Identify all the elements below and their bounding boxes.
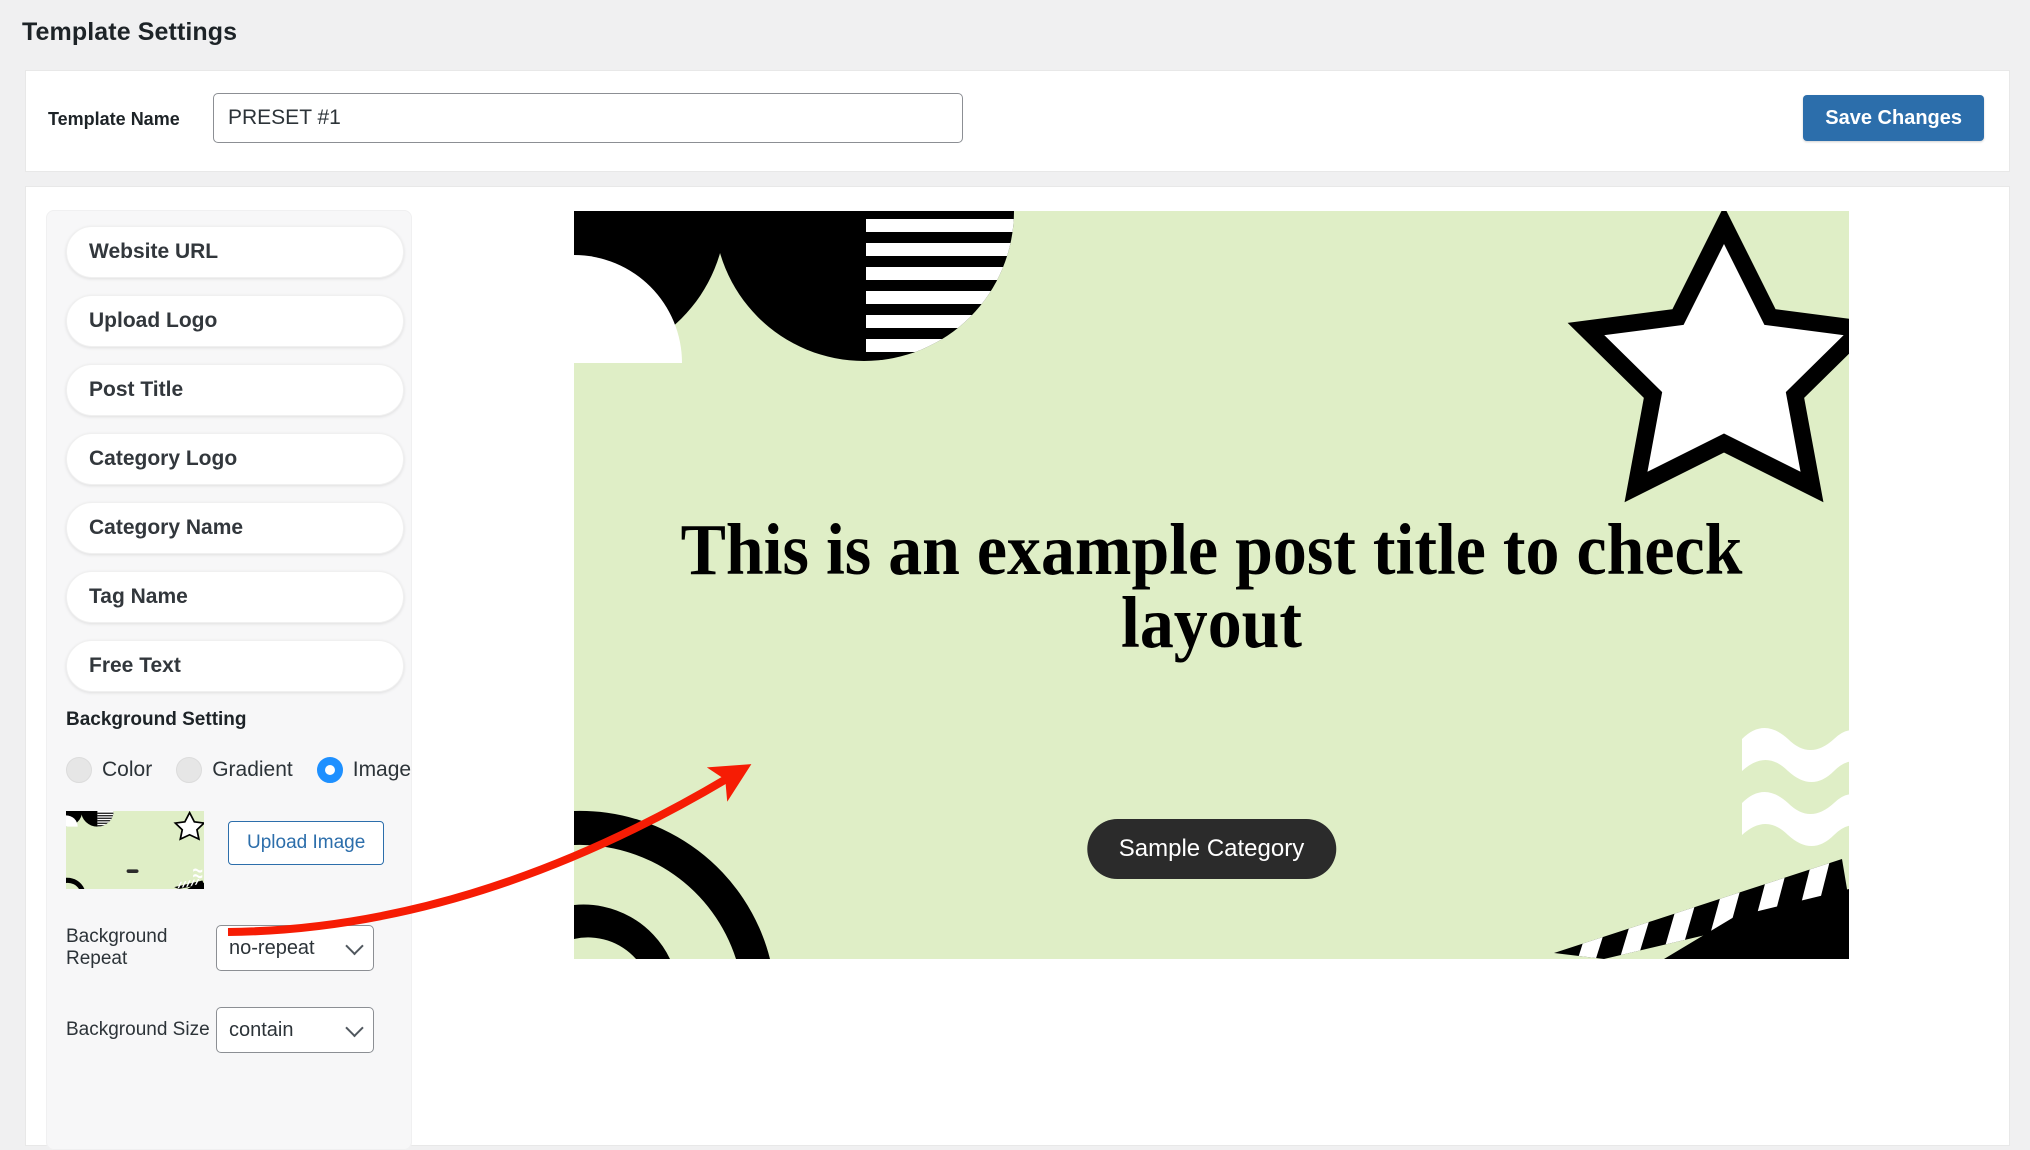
field-label: Website URL [89,240,219,263]
field-button-category-name[interactable]: Category Name [66,502,404,554]
settings-panel: Website URL Upload Logo Post Title Categ… [46,210,412,1150]
radio-option-color[interactable]: Color [66,757,152,783]
radio-icon-gradient[interactable] [176,757,203,783]
background-size-row: Background Size contain [66,1007,392,1053]
background-repeat-row: Background Repeat no-repeat [66,925,392,971]
wave-line-bottom [1742,792,1849,846]
radio-label-gradient: Gradient [212,758,293,781]
preview-post-title: This is an example post title to check l… [680,509,1743,663]
radio-option-image[interactable]: Image [316,757,412,783]
arc-shape-inner [574,904,670,959]
background-size-select[interactable]: contain [216,1007,374,1053]
template-name-input[interactable] [213,93,963,143]
upload-image-button[interactable]: Upload Image [228,821,385,865]
field-button-tag-name[interactable]: Tag Name [66,571,404,623]
radio-option-gradient[interactable]: Gradient [176,757,293,783]
field-button-post-title[interactable]: Post Title [66,364,404,416]
background-type-radio-group: Color Gradient Image [66,757,411,783]
background-repeat-select[interactable]: no-repeat [216,925,374,971]
template-editor-card: Website URL Upload Logo Post Title Categ… [25,186,2010,1150]
background-image-thumbnail[interactable] [66,811,204,889]
background-size-label: Background Size [66,1019,210,1041]
template-name-label: Template Name [48,109,180,129]
thumbnail-preview-graphic [66,811,204,889]
field-label: Free Text [89,654,181,677]
field-button-website-url[interactable]: Website URL [66,226,404,278]
template-name-card: Template Name Save Changes [25,70,2010,172]
field-label: Tag Name [89,585,188,608]
chevron-down-icon [345,1018,364,1038]
template-preview-canvas[interactable]: This is an example post title to check l… [574,211,1849,959]
field-button-free-text[interactable]: Free Text [66,640,404,692]
background-repeat-label: Background Repeat [66,926,168,969]
field-label: Category Name [89,516,244,539]
field-button-category-logo[interactable]: Category Logo [66,433,404,485]
background-setting-heading: Background Setting [66,709,247,730]
radio-label-image: Image [352,758,412,781]
background-size-value: contain [229,1018,294,1041]
save-changes-button[interactable]: Save Changes [1803,95,1984,141]
field-label: Category Logo [89,447,238,470]
radio-label-color: Color [102,758,153,781]
background-repeat-value: no-repeat [229,936,315,959]
chevron-down-icon [345,936,364,956]
page-title: Template Settings [22,18,238,46]
background-image-row: Upload Image [66,811,392,889]
field-label: Post Title [89,378,184,401]
field-button-upload-logo[interactable]: Upload Logo [66,295,404,347]
preview-category-badge: Sample Category [1086,819,1337,879]
radio-icon-color[interactable] [66,757,92,783]
radio-icon-image-selected[interactable] [316,757,343,783]
wave-line-top [1742,728,1849,782]
star-shape [1567,211,1849,503]
field-label: Upload Logo [89,309,218,332]
half-circle-shape [714,211,1014,361]
